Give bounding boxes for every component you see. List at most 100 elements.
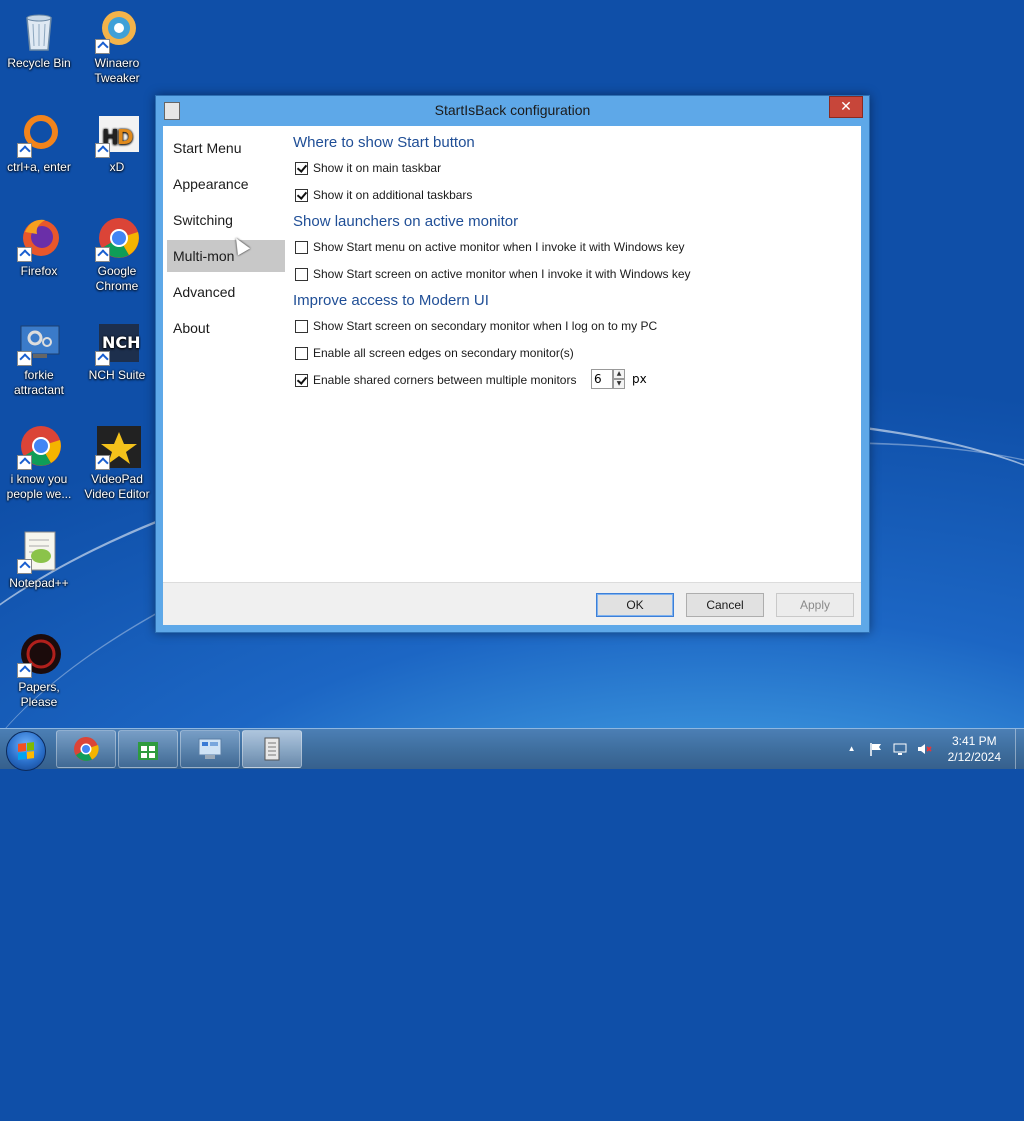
startisback-icon — [264, 737, 280, 761]
hxd-icon: HD — [93, 110, 141, 158]
notepad-plus-plus-icon — [15, 526, 63, 574]
desktop-icon-label: Notepad++ — [9, 576, 69, 590]
checkbox[interactable] — [295, 319, 308, 333]
desktop-icon-label: forkie attractant — [13, 368, 65, 397]
system-tray: ▲ 3:41 PM 2/12/2024 — [844, 729, 1024, 769]
desktop-icon-firefox[interactable]: Firefox — [0, 214, 78, 279]
checkbox[interactable] — [295, 240, 308, 254]
videopad-star-icon — [93, 422, 141, 470]
checkbox[interactable] — [295, 346, 308, 360]
corner-size-unit: px — [632, 372, 647, 386]
option-label: Show it on main taskbar — [313, 161, 442, 175]
desktop-icon-label: Firefox — [20, 264, 58, 278]
desktop-icon-chrome-shortcut[interactable]: i know you people we... — [0, 422, 78, 502]
stepper-up-icon[interactable]: ▲ — [613, 369, 625, 379]
svg-text:NCH: NCH — [102, 333, 141, 352]
title-bar[interactable]: StartIsBack configuration ✕ — [156, 96, 869, 124]
option-label: Enable shared corners between multiple m… — [313, 373, 577, 387]
option-label: Show Start menu on active monitor when I… — [313, 240, 685, 254]
taskbar-control-panel[interactable] — [180, 730, 240, 768]
nav-item-switching[interactable]: Switching — [167, 204, 285, 236]
papers-please-icon — [15, 630, 63, 678]
cancel-button[interactable]: Cancel — [686, 593, 764, 617]
desktop-icon-label: ctrl+a, enter — [7, 160, 71, 174]
volume-muted-icon[interactable] — [916, 741, 932, 757]
network-icon[interactable] — [892, 741, 908, 757]
ok-button[interactable]: OK — [596, 593, 674, 617]
desktop-icon-recycle-bin[interactable]: Recycle Bin — [0, 6, 78, 71]
nch-icon: NCH — [93, 318, 141, 366]
corner-size-stepper[interactable]: 6 ▲ ▼ px — [591, 369, 647, 389]
section-title-start-button: Where to show Start button — [293, 134, 475, 151]
desktop-icon-label: Google Chrome — [95, 264, 139, 293]
desktop-icon-papers-please[interactable]: Papers, Please — [0, 630, 78, 710]
stepper-down-icon[interactable]: ▼ — [613, 379, 625, 389]
settings-nav: Start Menu Appearance Switching Multi-mo… — [167, 126, 285, 348]
dialog-client: Start Menu Appearance Switching Multi-mo… — [163, 126, 861, 625]
desktop-icon-label: i know you people we... — [6, 472, 72, 501]
desktop-icon-winaero-tweaker[interactable]: Winaero Tweaker — [78, 6, 156, 86]
desktop-icon-label: Recycle Bin — [7, 56, 71, 70]
checkbox[interactable] — [295, 267, 308, 281]
nav-item-multi-mon[interactable]: Multi-mon — [167, 240, 285, 272]
option-start-screen-active-monitor[interactable]: Show Start screen on active monitor when… — [295, 267, 691, 281]
start-button[interactable] — [6, 731, 46, 771]
option-shared-corners[interactable]: Enable shared corners between multiple m… — [295, 373, 576, 387]
nav-item-appearance[interactable]: Appearance — [167, 168, 285, 200]
store-icon — [138, 742, 158, 760]
clock-time: 3:41 PM — [951, 734, 997, 748]
option-label: Show Start screen on secondary monitor w… — [313, 319, 658, 333]
option-start-screen-secondary-monitor[interactable]: Show Start screen on secondary monitor w… — [295, 319, 657, 333]
taskbar-chrome[interactable] — [56, 730, 116, 768]
desktop-icon-label: VideoPad Video Editor — [84, 472, 150, 501]
option-label: Show Start screen on active monitor when… — [313, 267, 691, 281]
desktop-icon-notepad-plus-plus[interactable]: Notepad++ — [0, 526, 78, 591]
stepper-buttons: ▲ ▼ — [613, 369, 625, 389]
desktop-icon-ctrl-a-enter[interactable]: ctrl+a, enter — [0, 110, 78, 175]
desktop-icon-nch-suite[interactable]: NCH NCH Suite — [78, 318, 156, 383]
desktop-icon-google-chrome[interactable]: Google Chrome — [78, 214, 156, 294]
corner-size-input[interactable]: 6 — [591, 369, 613, 389]
checkbox[interactable] — [295, 373, 308, 387]
action-center-flag-icon[interactable] — [868, 741, 884, 757]
winaero-tweaker-icon — [93, 6, 141, 54]
desktop-icon-label: Papers, Please — [18, 680, 60, 709]
section-title-launchers: Show launchers on active monitor — [293, 213, 519, 230]
option-label: Enable all screen edges on secondary mon… — [313, 346, 574, 360]
checkbox[interactable] — [295, 161, 308, 175]
computer-settings-icon — [15, 318, 63, 366]
windows-logo-icon — [18, 742, 34, 760]
taskbar-store[interactable] — [118, 730, 178, 768]
chrome-icon — [74, 737, 99, 761]
clock-date: 2/12/2024 — [947, 750, 1001, 764]
settings-content: Start Menu Appearance Switching Multi-mo… — [163, 126, 861, 582]
desktop-icon-label: NCH Suite — [88, 368, 146, 382]
show-desktop-button[interactable] — [1015, 729, 1024, 769]
nav-item-advanced[interactable]: Advanced — [167, 276, 285, 308]
nav-item-start-menu[interactable]: Start Menu — [167, 132, 285, 164]
option-show-additional-taskbars[interactable]: Show it on additional taskbars — [295, 188, 472, 202]
desktop-icon-xd[interactable]: HD xD — [78, 110, 156, 175]
show-hidden-icons-chevron-icon[interactable]: ▲ — [844, 741, 860, 757]
taskbar: ▲ 3:41 PM 2/12/2024 — [0, 728, 1024, 771]
window-title: StartIsBack configuration — [434, 102, 591, 118]
svg-text:D: D — [117, 125, 134, 149]
option-start-menu-active-monitor[interactable]: Show Start menu on active monitor when I… — [295, 240, 685, 254]
apply-button[interactable]: Apply — [776, 593, 854, 617]
firefox-icon — [15, 214, 63, 262]
desktop-icon-forkie-attractant[interactable]: forkie attractant — [0, 318, 78, 398]
checkbox[interactable] — [295, 188, 308, 202]
taskbar-clock[interactable]: 3:41 PM 2/12/2024 — [948, 733, 1001, 765]
recycle-bin-icon — [15, 6, 63, 54]
taskbar-startisback-config[interactable] — [242, 730, 302, 768]
close-button[interactable]: ✕ — [829, 96, 863, 118]
option-show-main-taskbar[interactable]: Show it on main taskbar — [295, 161, 441, 175]
option-screen-edges-secondary[interactable]: Enable all screen edges on secondary mon… — [295, 346, 574, 360]
section-title-modern-ui: Improve access to Modern UI — [293, 292, 489, 309]
option-label: Show it on additional taskbars — [313, 188, 473, 202]
startisback-config-window: StartIsBack configuration ✕ Start Menu A… — [155, 95, 870, 633]
desktop-icon-videopad[interactable]: VideoPad Video Editor — [78, 422, 156, 502]
chrome-icon — [93, 214, 141, 262]
dialog-button-bar: OK Cancel Apply — [163, 582, 861, 625]
nav-item-about[interactable]: About — [167, 312, 285, 344]
